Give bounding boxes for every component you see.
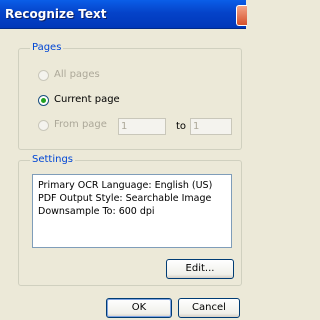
ok-button[interactable]: OK — [106, 298, 172, 318]
close-button[interactable] — [236, 5, 247, 26]
all-pages-radio-button[interactable] — [38, 70, 49, 81]
settings-summary-box: Primary OCR Language: English (US) PDF O… — [32, 174, 232, 248]
window-title: Recognize Text — [5, 7, 107, 21]
cancel-button[interactable]: Cancel — [178, 298, 240, 318]
settings-line: Primary OCR Language: English (US) — [38, 180, 213, 191]
pages-group-label: Pages — [30, 42, 64, 53]
to-label: to — [176, 121, 187, 132]
from-page-label: From page — [54, 119, 107, 130]
settings-group-label: Settings — [30, 154, 76, 165]
edit-button[interactable]: Edit... — [166, 259, 234, 279]
title-bar: Recognize Text — [0, 0, 247, 29]
current-page-label: Current page — [54, 94, 120, 105]
settings-line: PDF Output Style: Searchable Image — [38, 193, 212, 204]
to-page-input[interactable] — [190, 118, 232, 135]
from-page-input[interactable] — [118, 118, 166, 135]
all-pages-label: All pages — [54, 69, 100, 80]
current-page-radio-button[interactable] — [38, 95, 49, 106]
from-page-radio-button[interactable] — [38, 120, 49, 131]
radio-selected-dot — [41, 98, 46, 103]
settings-line: Downsample To: 600 dpi — [38, 206, 155, 217]
